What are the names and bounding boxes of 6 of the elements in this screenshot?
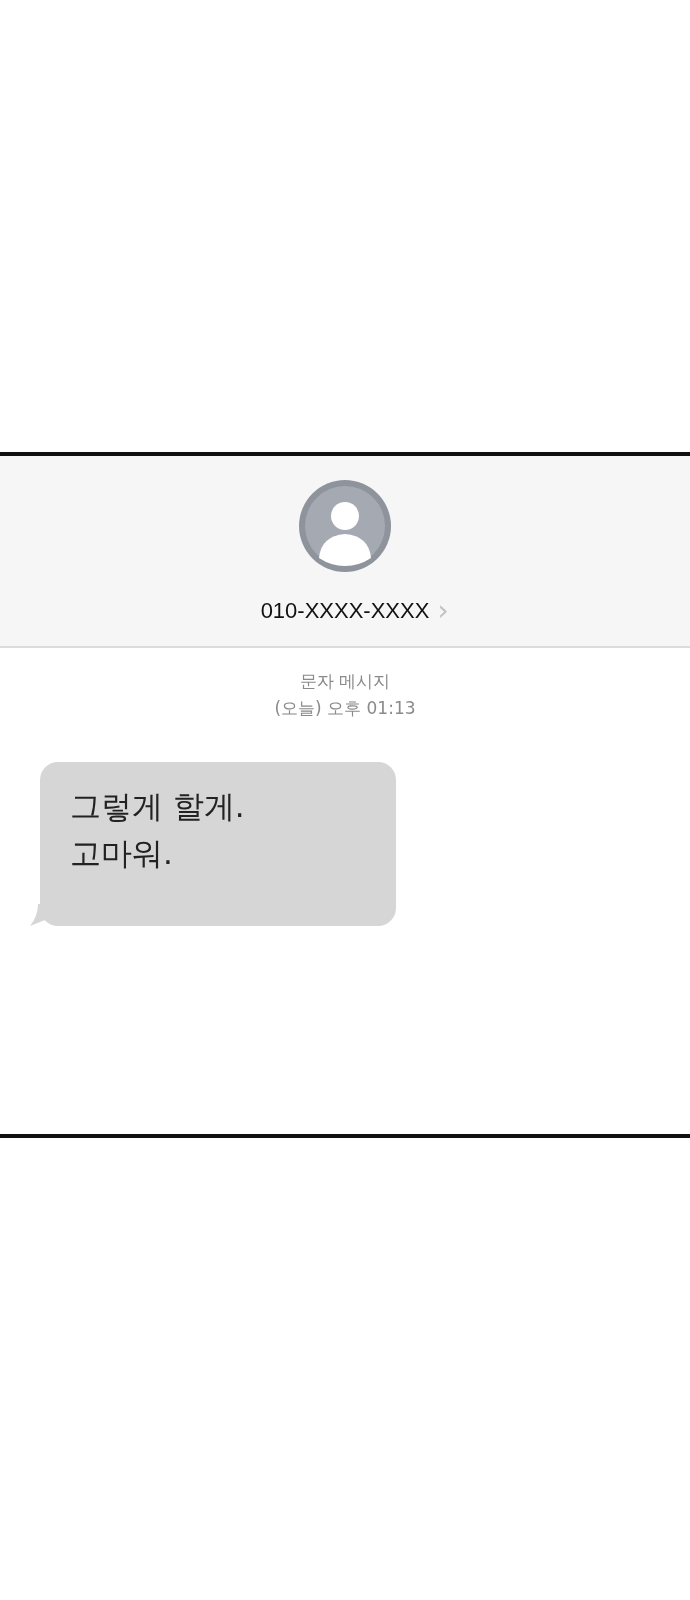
contact-number[interactable]: 010-XXXX-XXXX xyxy=(260,598,430,624)
message-time: (오늘) 오후 01:13 xyxy=(274,697,416,720)
avatar-icon xyxy=(299,480,391,572)
message-text: 그렇게 할게. xyxy=(70,788,246,826)
message-text: 고마워. xyxy=(70,835,174,873)
message-type: 문자 메시지 xyxy=(299,670,391,693)
